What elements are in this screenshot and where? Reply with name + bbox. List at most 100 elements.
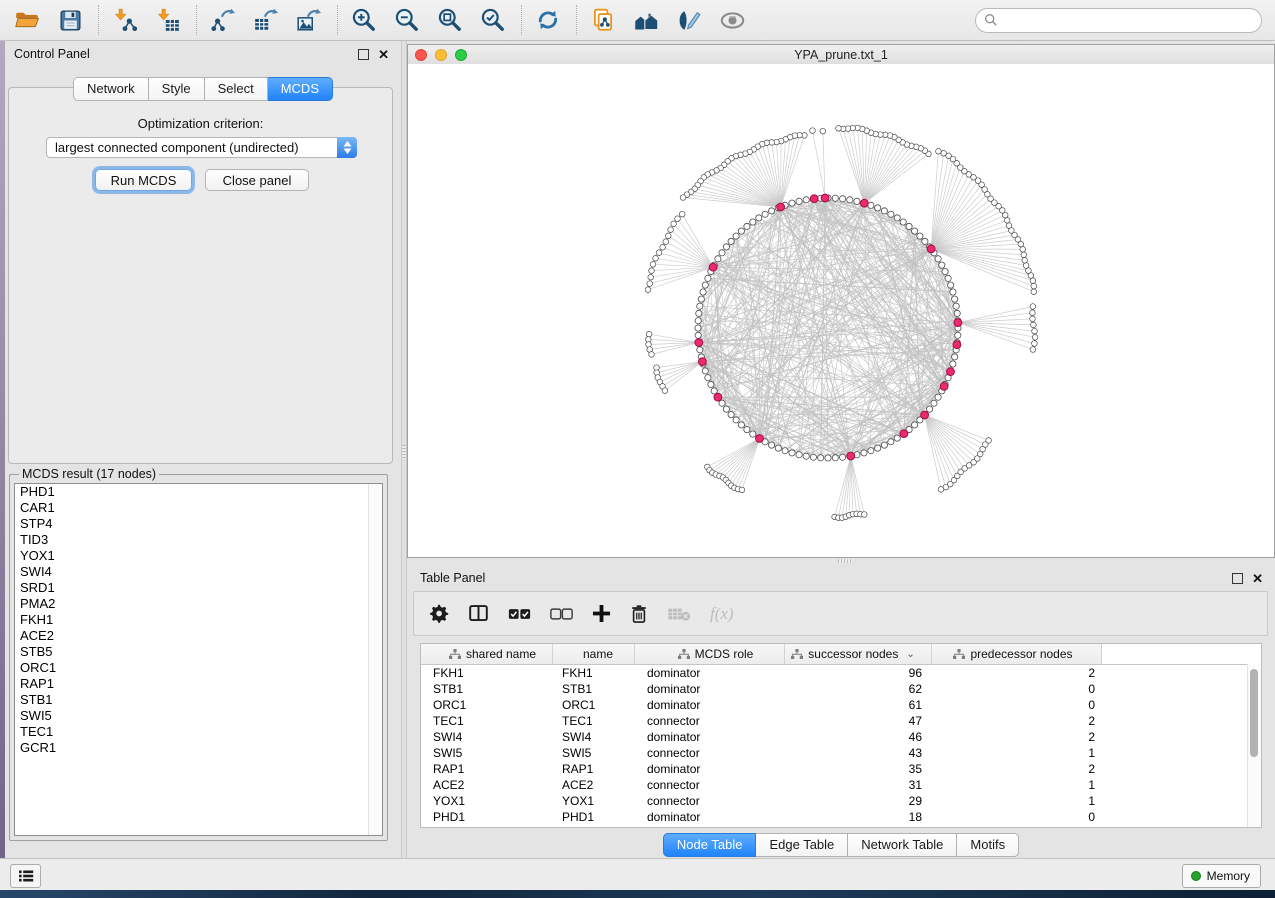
network-node[interactable] bbox=[744, 223, 750, 229]
network-node[interactable] bbox=[906, 223, 912, 229]
network-node[interactable] bbox=[750, 431, 756, 437]
network-node[interactable] bbox=[986, 438, 992, 444]
network-node[interactable] bbox=[668, 227, 674, 233]
network-node[interactable] bbox=[900, 219, 906, 225]
mcds-network-node[interactable] bbox=[953, 341, 961, 349]
mcds-network-node[interactable] bbox=[714, 393, 722, 401]
network-node[interactable] bbox=[894, 215, 900, 221]
network-node[interactable] bbox=[840, 454, 846, 460]
network-node[interactable] bbox=[1022, 258, 1028, 264]
horizontal-splitter[interactable] bbox=[407, 558, 1275, 565]
column-header-shared-name[interactable]: shared name bbox=[421, 644, 553, 664]
network-node[interactable] bbox=[1030, 310, 1036, 316]
network-graph[interactable] bbox=[408, 64, 1274, 557]
mcds-network-node[interactable] bbox=[709, 263, 717, 271]
network-canvas[interactable] bbox=[408, 64, 1274, 557]
delete-column-icon[interactable] bbox=[630, 604, 648, 624]
table-row[interactable]: YOX1YOX1connector291 bbox=[421, 793, 1261, 809]
network-node[interactable] bbox=[825, 455, 831, 461]
network-node[interactable] bbox=[647, 281, 653, 287]
mcds-result-item[interactable]: PHD1 bbox=[15, 484, 382, 500]
table-row[interactable]: RAP1RAP1dominator352 bbox=[421, 761, 1261, 777]
column-header-predecessor-nodes[interactable]: predecessor nodes bbox=[932, 644, 1102, 664]
network-node[interactable] bbox=[789, 450, 795, 456]
network-node[interactable] bbox=[698, 296, 704, 302]
network-node[interactable] bbox=[1031, 322, 1037, 328]
close-panel-icon[interactable]: ✕ bbox=[378, 50, 389, 59]
network-node[interactable] bbox=[936, 149, 942, 155]
memory-button[interactable]: Memory bbox=[1182, 864, 1261, 888]
network-node[interactable] bbox=[832, 195, 838, 201]
network-node[interactable] bbox=[663, 239, 669, 245]
table-settings-icon[interactable] bbox=[430, 604, 449, 623]
network-node[interactable] bbox=[868, 448, 874, 454]
network-node[interactable] bbox=[941, 151, 947, 157]
save-session-icon[interactable] bbox=[55, 5, 85, 35]
network-node[interactable] bbox=[881, 208, 887, 214]
network-node[interactable] bbox=[1026, 268, 1032, 274]
network-node[interactable] bbox=[818, 455, 824, 461]
network-node[interactable] bbox=[739, 487, 745, 493]
table-scrollbar[interactable] bbox=[1247, 664, 1261, 827]
network-node[interactable] bbox=[881, 442, 887, 448]
network-node[interactable] bbox=[862, 512, 868, 518]
import-network-icon[interactable] bbox=[110, 5, 140, 35]
network-node[interactable] bbox=[662, 388, 668, 394]
mcds-result-item[interactable]: PMA2 bbox=[15, 596, 382, 612]
network-node[interactable] bbox=[953, 303, 959, 309]
deselect-all-icon[interactable] bbox=[550, 607, 573, 621]
table-row[interactable]: SWI5SWI5connector431 bbox=[421, 745, 1261, 761]
mcds-result-item[interactable]: GCR1 bbox=[15, 740, 382, 756]
network-node[interactable] bbox=[649, 268, 655, 274]
add-column-icon[interactable] bbox=[592, 604, 611, 623]
network-node[interactable] bbox=[952, 296, 958, 302]
task-history-button[interactable] bbox=[10, 864, 41, 888]
network-node[interactable] bbox=[1032, 328, 1038, 334]
network-node[interactable] bbox=[1006, 223, 1012, 229]
network-node[interactable] bbox=[935, 256, 941, 262]
mcds-result-list[interactable]: PHD1CAR1STP4TID3YOX1SWI4SRD1PMA2FKH1ACE2… bbox=[14, 483, 383, 836]
float-panel-icon[interactable] bbox=[358, 49, 369, 60]
mcds-list-scrollbar[interactable] bbox=[368, 484, 382, 835]
mcds-result-item[interactable]: STP4 bbox=[15, 516, 382, 532]
mcds-network-node[interactable] bbox=[756, 435, 764, 443]
zoom-in-icon[interactable] bbox=[349, 5, 379, 35]
network-node[interactable] bbox=[1030, 316, 1036, 322]
network-node[interactable] bbox=[810, 128, 816, 134]
network-node[interactable] bbox=[756, 215, 762, 221]
table-row[interactable]: FKH1FKH1dominator962 bbox=[421, 665, 1261, 681]
network-node[interactable] bbox=[719, 250, 725, 256]
mcds-result-item[interactable]: RAP1 bbox=[15, 676, 382, 692]
tab-network[interactable]: Network bbox=[73, 77, 149, 101]
network-node[interactable] bbox=[762, 211, 768, 217]
network-node[interactable] bbox=[931, 400, 937, 406]
network-node[interactable] bbox=[810, 454, 816, 460]
network-node[interactable] bbox=[775, 445, 781, 451]
network-documents-icon[interactable] bbox=[588, 5, 618, 35]
splitter-grip-icon[interactable] bbox=[838, 559, 852, 563]
network-node[interactable] bbox=[875, 205, 881, 211]
mcds-network-node[interactable] bbox=[777, 203, 785, 211]
network-node[interactable] bbox=[697, 347, 703, 353]
network-node[interactable] bbox=[840, 196, 846, 202]
network-node[interactable] bbox=[1032, 341, 1038, 347]
mcds-network-node[interactable] bbox=[810, 195, 818, 203]
network-node[interactable] bbox=[1023, 263, 1029, 269]
network-node[interactable] bbox=[728, 238, 734, 244]
network-node[interactable] bbox=[728, 412, 734, 418]
table-row[interactable]: TEC1TEC1connector472 bbox=[421, 713, 1261, 729]
network-node[interactable] bbox=[708, 381, 714, 387]
network-node[interactable] bbox=[769, 442, 775, 448]
search-input[interactable] bbox=[1003, 12, 1261, 28]
network-node[interactable] bbox=[803, 453, 809, 459]
mcds-network-node[interactable] bbox=[947, 368, 955, 376]
network-node[interactable] bbox=[680, 195, 686, 201]
splitter-grip-icon[interactable] bbox=[402, 445, 406, 459]
network-node[interactable] bbox=[1031, 289, 1037, 295]
refresh-layout-icon[interactable] bbox=[533, 5, 563, 35]
table-row[interactable]: ACE2ACE2connector311 bbox=[421, 777, 1261, 793]
scrollbar-thumb[interactable] bbox=[1250, 669, 1258, 757]
network-node[interactable] bbox=[854, 198, 860, 204]
table-row[interactable]: STB1STB1dominator620 bbox=[421, 681, 1261, 697]
network-node[interactable] bbox=[935, 394, 941, 400]
